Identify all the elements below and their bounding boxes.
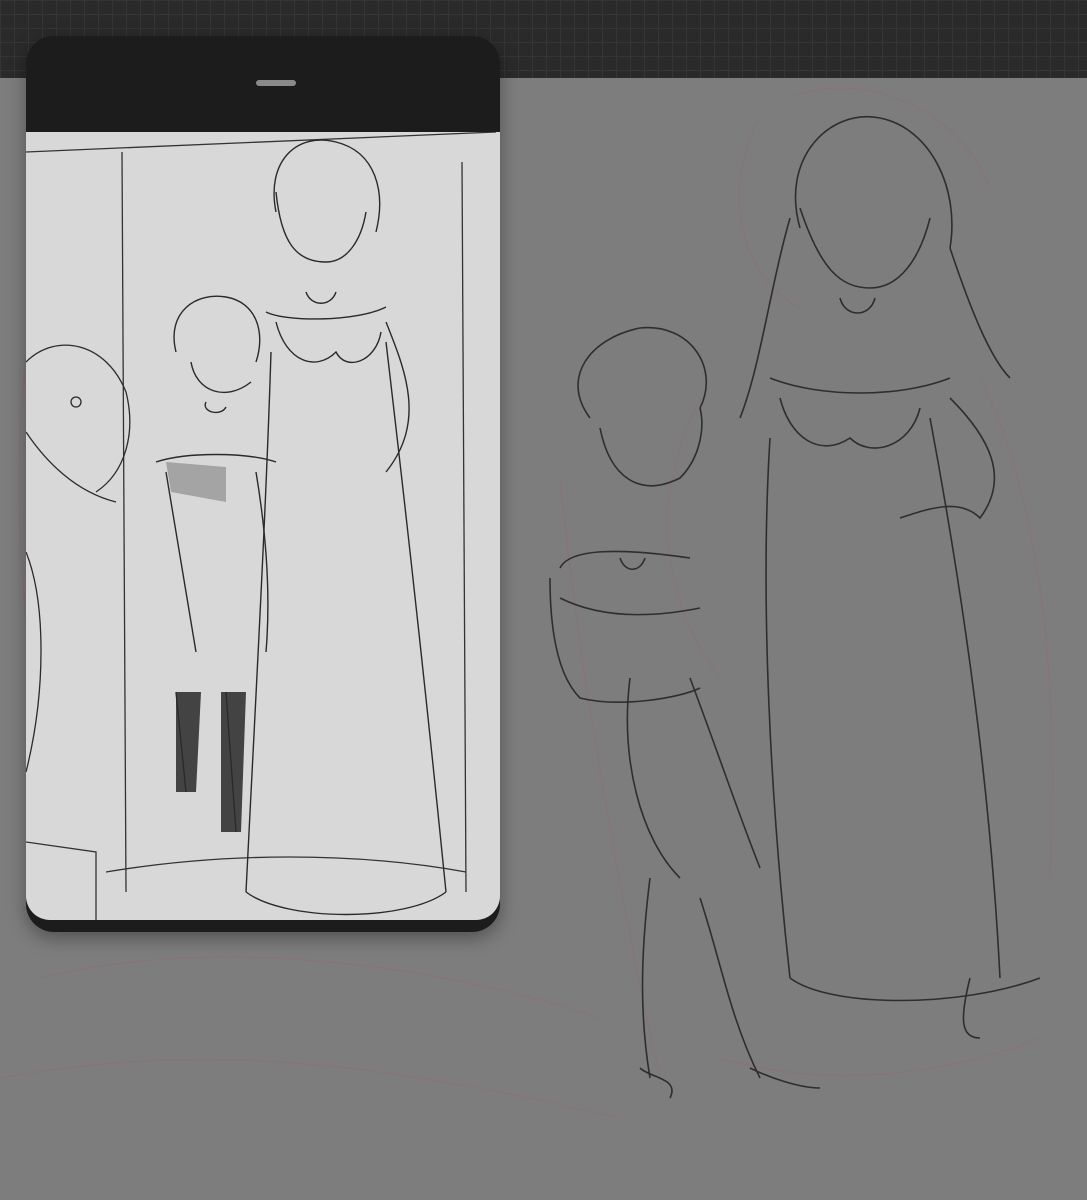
reference-side-figure (26, 344, 131, 773)
drag-handle-icon[interactable] (256, 80, 296, 86)
sketch-tall-figure (739, 115, 1041, 1039)
reference-room-lines (26, 132, 497, 920)
reference-sketch (26, 132, 497, 920)
reference-image[interactable] (26, 132, 500, 920)
drawing-app (0, 0, 1087, 1200)
reference-short-figure (155, 295, 277, 833)
reference-tall-figure (245, 139, 447, 916)
reference-boots (166, 462, 246, 832)
